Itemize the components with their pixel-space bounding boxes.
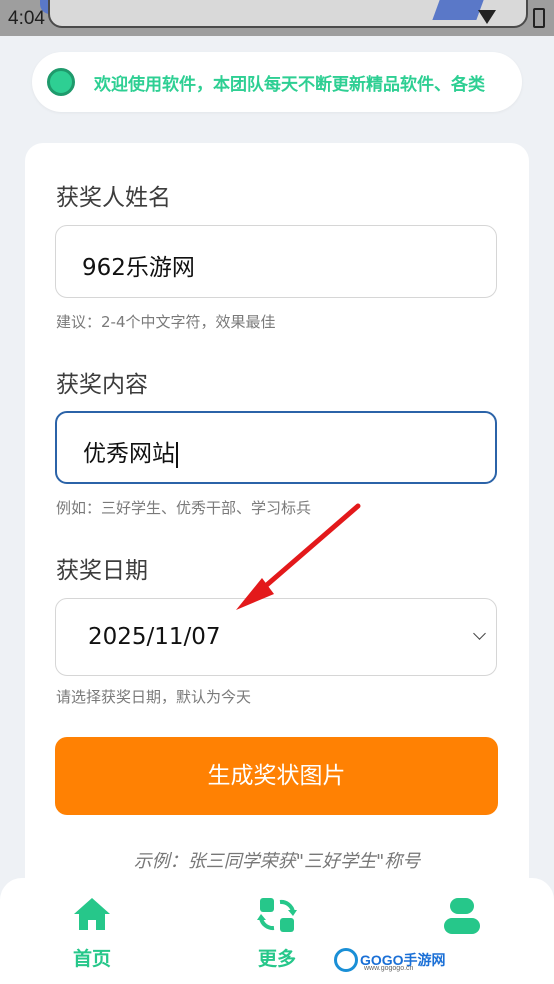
name-value: 962乐游网 [82, 255, 195, 281]
home-icon [74, 898, 110, 930]
nav-label-home: 首页 [72, 948, 111, 970]
user-icon [444, 898, 480, 934]
notice-text: 欢迎使用软件，本团队每天不断更新精品软件、各类 [94, 75, 485, 95]
content-label: 获奖内容 [56, 372, 148, 398]
date-hint: 请选择获奖日期，默认为今天 [56, 688, 252, 706]
name-hint: 建议：2-4个中文字符，效果最佳 [56, 313, 276, 331]
status-time: 4:04 [8, 8, 45, 29]
notice-dot-icon [47, 68, 75, 96]
nav-item-more[interactable]: 更多 [217, 878, 337, 984]
battery-icon [533, 8, 545, 28]
generate-certificate-button[interactable]: 生成奖状图片 [55, 737, 498, 815]
date-label: 获奖日期 [56, 558, 148, 584]
wifi-icon [478, 10, 496, 24]
example-text: 示例：张三同学荣获"三好学生"称号 [133, 851, 421, 872]
status-bar: 4:04 [0, 0, 554, 36]
name-field[interactable]: 962乐游网 [55, 225, 497, 298]
content-value: 优秀网站 [83, 441, 175, 467]
bottom-nav: 首页 更多 [0, 878, 554, 984]
chevron-down-icon [473, 627, 486, 640]
award-form-card: 获奖人姓名 962乐游网 建议：2-4个中文字符，效果最佳 获奖内容 优秀网站 … [25, 143, 529, 923]
refresh-icon [257, 898, 297, 932]
watermark-url: www.gogogo.cn [364, 965, 414, 972]
text-caret [176, 441, 178, 468]
name-label: 获奖人姓名 [56, 185, 171, 211]
content-hint: 例如：三好学生、优秀干部、学习标兵 [56, 499, 312, 517]
date-select[interactable]: 2025/11/07 [55, 598, 497, 676]
content-field[interactable]: 优秀网站 [55, 411, 497, 484]
date-value: 2025/11/07 [88, 624, 221, 650]
nav-item-home[interactable]: 首页 [32, 878, 152, 984]
watermark-logo-icon [334, 948, 358, 972]
nav-label-more: 更多 [257, 948, 296, 970]
notice-banner[interactable]: 欢迎使用软件，本团队每天不断更新精品软件、各类 [32, 52, 522, 112]
banner-decoration [432, 0, 484, 20]
content-value-wrap: 优秀网站 [83, 434, 178, 468]
